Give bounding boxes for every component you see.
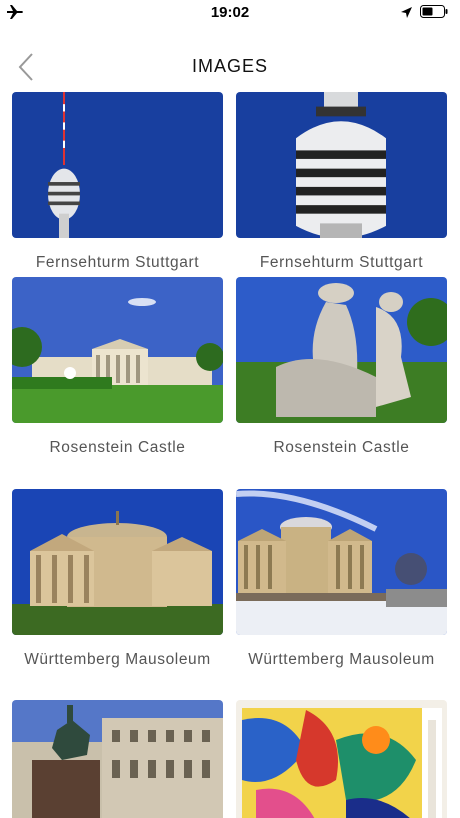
image-caption: Württemberg Mausoleum <box>24 651 211 668</box>
image-card-macke-stamp[interactable] <box>236 700 447 818</box>
image-mausoleum-winter-thumbnail[interactable] <box>236 489 447 635</box>
image-caption: Fernsehturm Stuttgart <box>35 254 200 271</box>
image-rosenstein-statue-thumbnail[interactable] <box>236 277 447 423</box>
wuerttemberg-mausoleum-winter-photo <box>236 489 447 635</box>
image-caption: Rosenstein Castle <box>273 439 410 456</box>
rosenstein-statue-photo <box>236 277 447 423</box>
image-stamp-thumbnail[interactable] <box>236 700 447 818</box>
image-caption: Rosenstein Castle <box>49 439 186 456</box>
fernsehturm-closeup-photo <box>236 92 447 238</box>
image-grid[interactable]: Fernsehturm Stuttgart Fernsehturm Stuttg… <box>0 92 460 818</box>
image-card-rosenstein-1[interactable]: Rosenstein Castle <box>12 277 223 457</box>
wuerttemberg-mausoleum-photo <box>12 489 223 635</box>
macke-stamp-photo <box>236 700 447 818</box>
image-card-mausoleum-1[interactable]: Württemberg Mausoleum <box>12 489 223 669</box>
rosenstein-castle-photo <box>12 277 223 423</box>
location-arrow-icon <box>401 7 412 18</box>
image-mausoleum-thumbnail[interactable] <box>12 489 223 635</box>
image-rosenstein-thumbnail[interactable] <box>12 277 223 423</box>
image-fernsehturm-thumbnail[interactable] <box>12 92 223 238</box>
equestrian-statue-photo <box>12 700 223 818</box>
image-caption: Württemberg Mausoleum <box>248 651 435 668</box>
image-caption: Fernsehturm Stuttgart <box>259 254 424 271</box>
image-fernsehturm-closeup-thumbnail[interactable] <box>236 92 447 238</box>
image-card-fernsehturm-2[interactable]: Fernsehturm Stuttgart <box>236 92 447 272</box>
battery-icon <box>420 5 448 18</box>
image-card-rosenstein-2[interactable]: Rosenstein Castle <box>236 277 447 457</box>
fernsehturm-photo <box>12 92 223 238</box>
navigation-bar: IMAGES <box>0 40 460 92</box>
status-time: 19:02 <box>210 4 250 21</box>
image-card-mausoleum-2[interactable]: Württemberg Mausoleum <box>236 489 447 669</box>
status-bar: 19:02 <box>0 0 460 26</box>
page-title: IMAGES <box>191 56 268 76</box>
image-card-schlossplatz[interactable] <box>12 700 223 818</box>
image-statue-building-thumbnail[interactable] <box>12 700 223 818</box>
image-card-fernsehturm-1[interactable]: Fernsehturm Stuttgart <box>12 92 223 272</box>
